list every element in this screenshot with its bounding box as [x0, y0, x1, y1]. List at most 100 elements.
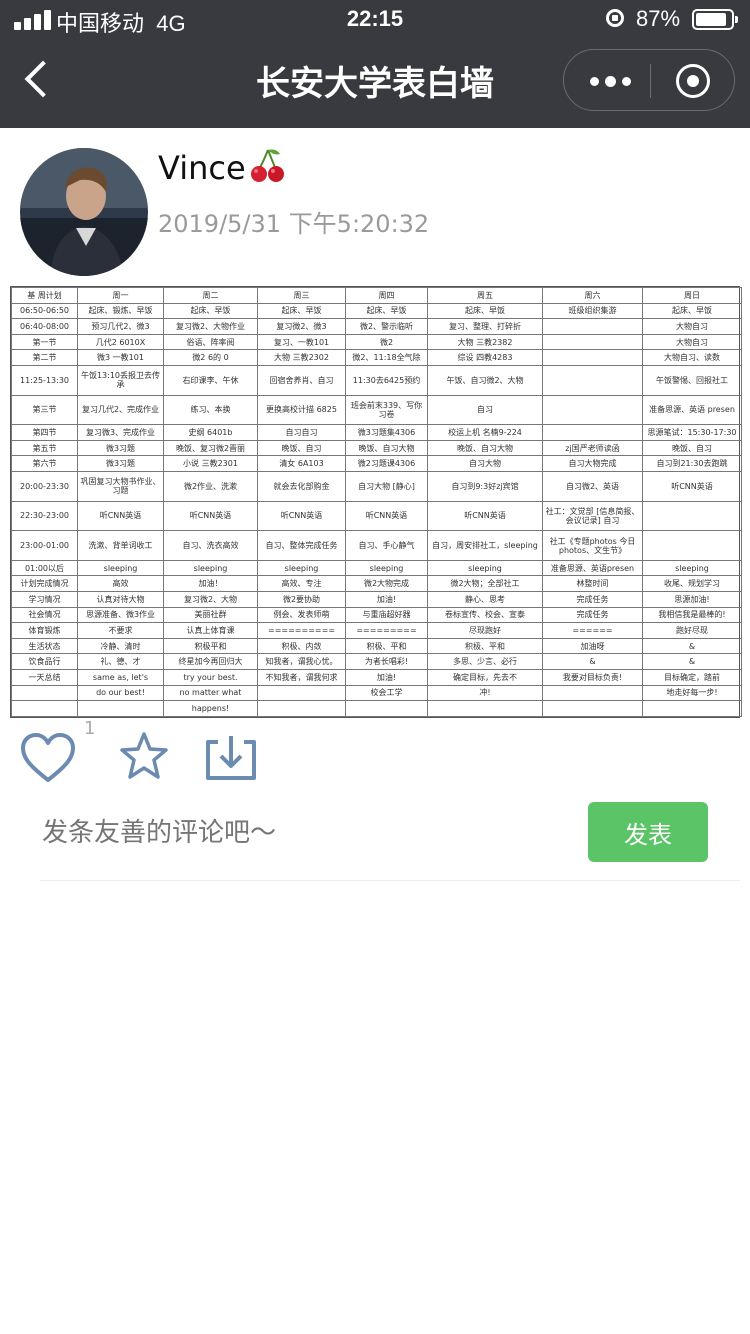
table-cell: 洗漱、背单词收工 — [77, 530, 164, 561]
table-row: 11:25-13:30 午饭13:10丢报卫去传承 右印课李、午休 回宿舍养肖、自习 1… — [11, 364, 742, 396]
table-cell: 美丽社群 — [163, 606, 258, 624]
avatar[interactable] — [20, 148, 148, 276]
table-row: 第五节 微3习题 晚饭、复习微2晋丽 晚饭、自习 晚饭、自习大物 晚饭、自习大物 zj国严老… — [11, 439, 742, 457]
table-cell: sleeping — [77, 559, 164, 577]
table-cell: 学习情况 — [11, 591, 78, 608]
table-cell — [257, 684, 346, 702]
author-name[interactable]: Vince — [158, 146, 288, 194]
table-cell: 认真上体育课 — [163, 622, 258, 639]
table-cell: 右印课李、午休 — [163, 364, 258, 396]
table-cell: 大物 三教2302 — [257, 349, 346, 366]
table-row: 社会情况 思源准备、微3作业 美丽社群 例会、发表师萌 与重庙超好器 卷标宣传、校会、宣泰… — [11, 606, 742, 624]
table-cell: 加油呀 — [542, 637, 643, 655]
table-cell: 第六节 — [11, 455, 78, 472]
table-cell: 微3习题集4306 — [345, 424, 428, 441]
table-cell: 自习、整体完成任务 — [257, 530, 346, 561]
table-cell: 微3习题 — [77, 455, 164, 472]
table-cell: 周二 — [163, 287, 258, 304]
table-cell: 22:30-23:00 — [11, 500, 78, 532]
table-cell: zj国严老师读函 — [542, 439, 643, 457]
table-row: 第二节 微3 一教101 微2 6的 0 大物 三教2302 微2、11:18全气除 综设… — [11, 349, 742, 366]
table-row: 体育锻炼 不要求 认真上体育课 ========== ========= 尽现跑好 ====… — [11, 622, 742, 639]
table-cell: 11:25-13:30 — [11, 364, 78, 396]
table-cell: 起床、早饭 — [257, 302, 346, 320]
table-cell: 周日 — [642, 287, 742, 304]
table-cell: 更换高校计描 6825 — [257, 394, 346, 426]
table-cell: 俗语、阵率阅 — [163, 333, 258, 351]
table-cell: 思源笔试：15:30-17:30 — [642, 424, 742, 441]
table-cell: 积极、平和 — [345, 637, 428, 655]
table-cell: 起床、锻炼、早饭 — [77, 302, 164, 320]
table-row: 一天总结 same as, let's try your best. 不知我者，谓我何… — [11, 669, 742, 686]
table-cell: 第二节 — [11, 349, 78, 366]
table-row: 饮食品行 礼、德、才 终星加今再回归大 知我者，谓我心忧。 为者长唱彩! 多思、少言、必行… — [11, 653, 742, 671]
schedule-image[interactable]: 基 周计划 周一 周二 周三 周四 周五 周六 周日 06:50-06:50 起床、锻炼、早饭 起床… — [10, 286, 742, 718]
table-cell — [542, 684, 643, 702]
table-cell: 不知我者，谓我何求 — [257, 669, 346, 686]
table-cell: 回宿舍养肖、自习 — [257, 364, 346, 396]
table-cell: 思源加油! — [642, 591, 742, 608]
table-cell — [542, 364, 643, 396]
table-cell: 周四 — [345, 287, 428, 304]
table-cell: 周五 — [427, 287, 543, 304]
table-cell: 与重庙超好器 — [345, 606, 428, 624]
table-row: 01:00以后 sleeping sleeping sleeping sleeping s… — [11, 559, 742, 577]
table-cell: 晚饭、自习 — [257, 439, 346, 457]
table-cell: 积极、平和 — [427, 637, 543, 655]
table-row: 06:40-08:00 预习几代2、微3 复习微2、大物作业 复习微2、微3 微2、警示… — [11, 318, 742, 335]
table-cell: 起床、早饭 — [163, 302, 258, 320]
table-cell: sleeping — [163, 559, 258, 577]
table-cell: 听CNN英语 — [427, 500, 543, 532]
table-cell: 班会前末339、写你习卷 — [345, 394, 428, 426]
table-cell — [345, 700, 428, 717]
table-cell: 预习几代2、微3 — [77, 318, 164, 335]
table-cell: 收尾、规划学习 — [642, 575, 742, 593]
comment-input[interactable] — [40, 810, 544, 856]
table-cell: ========== — [257, 622, 346, 639]
submit-comment-button[interactable]: 发表 — [588, 802, 708, 862]
table-cell: 一天总结 — [11, 669, 78, 686]
table-cell: 01:00以后 — [11, 559, 78, 577]
divider — [40, 880, 740, 881]
table-row: 第一节 几代2 6010X 俗语、阵率阅 复习、一教101 微2 大物 三教2382 大物自… — [11, 333, 742, 351]
table-cell: 地走好每一步! — [642, 684, 742, 702]
table-cell: 周六 — [542, 287, 643, 304]
table-cell: 饮食品行 — [11, 653, 78, 671]
download-icon[interactable] — [204, 732, 258, 782]
table-cell: 自习 — [427, 394, 543, 426]
heart-icon[interactable] — [20, 732, 76, 784]
table-cell — [77, 700, 164, 717]
table-cell: 自习微2、英语 — [542, 471, 643, 502]
table-cell: 高效、专注 — [257, 575, 346, 593]
table-cell: 自习自习 — [257, 424, 346, 441]
close-target-icon[interactable] — [676, 64, 710, 98]
table-cell: 小说 三教2301 — [163, 455, 258, 472]
table-cell: 23:00-01:00 — [11, 530, 78, 561]
table-cell: 微2习题课4306 — [345, 455, 428, 472]
table-cell: 校会工学 — [345, 684, 428, 702]
table-cell: do our best! — [77, 684, 164, 702]
table-cell: sleeping — [427, 559, 543, 577]
table-cell: 加油! — [345, 591, 428, 608]
table-cell — [542, 394, 643, 426]
table-cell: 晚饭、自习 — [642, 439, 742, 457]
table-cell: sleeping — [642, 559, 742, 577]
table-cell — [542, 700, 643, 717]
table-cell: 社工：文觉部 [信息简报、会议记录] 自习 — [542, 500, 643, 532]
star-icon[interactable] — [118, 730, 170, 782]
table-cell: 复习微3、完成作业 — [77, 424, 164, 441]
post-timestamp: 2019/5/31 下午5:20:32 — [158, 210, 430, 238]
table-cell: 06:50-06:50 — [11, 302, 78, 320]
table-cell: 20:00-23:30 — [11, 471, 78, 502]
table-cell: happens! — [163, 700, 258, 717]
table-row: 第四节 复习微3、完成作业 史纲 6401b 自习自习 微3习题集4306 校运上机 名楠… — [11, 424, 742, 441]
table-row: 23:00-01:00 洗漱、背单词收工 自习、洗衣高效 自习、整体完成任务 自习、手心… — [11, 530, 742, 561]
table-cell: sleeping — [345, 559, 428, 577]
table-cell: 礼、德、才 — [77, 653, 164, 671]
table-cell: 微3习题 — [77, 439, 164, 457]
cherry-icon — [248, 146, 288, 194]
table-cell: 复习微2、大物作业 — [163, 318, 258, 335]
table-cell: 巩固复习大物书作业、习题 — [77, 471, 164, 502]
table-cell: 午饭、自习微2、大物 — [427, 364, 543, 396]
table-cell: 第四节 — [11, 424, 78, 441]
